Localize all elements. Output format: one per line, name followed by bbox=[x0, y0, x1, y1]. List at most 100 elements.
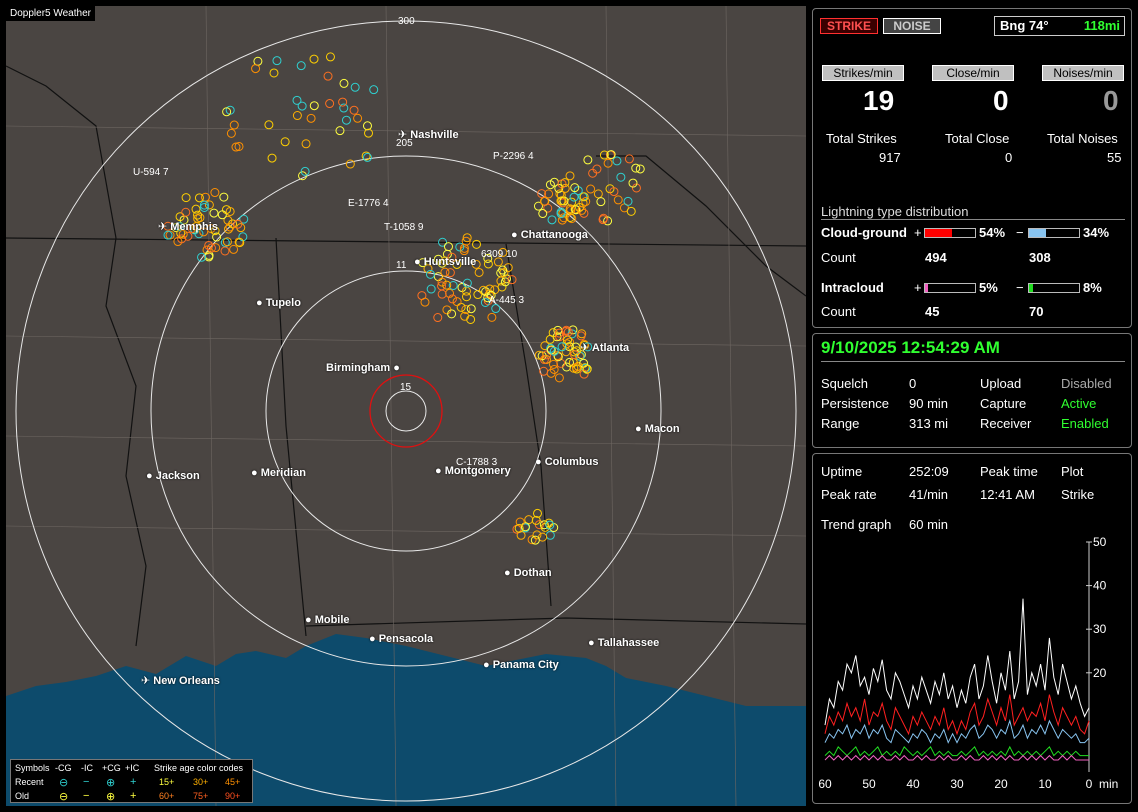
x-tick-label: 40 bbox=[906, 777, 920, 791]
city-tallahassee: ● Tallahassee bbox=[588, 637, 660, 649]
strike-stats-panel: STRIKE NOISE Bng 74° 118mi Strikes/min C… bbox=[812, 8, 1132, 328]
x-tick-label: 0 bbox=[1086, 777, 1093, 791]
pos-ic-old-icon: + bbox=[130, 790, 137, 802]
cg-negative-bar bbox=[1028, 228, 1080, 238]
city-nashville: ✈ Nashville bbox=[398, 129, 459, 141]
strike-mode-button[interactable]: STRIKE bbox=[820, 18, 878, 34]
city-tupelo: ● Tupelo bbox=[256, 297, 301, 309]
storm-track-label[interactable]: A-445 3 bbox=[489, 295, 524, 306]
storm-track-label[interactable]: 6309 10 bbox=[481, 249, 517, 260]
lightning-map[interactable]: Doppler5 Weather 300 205 15 ✈ Nashville … bbox=[6, 6, 806, 806]
cg-positive-count: 494 bbox=[925, 250, 947, 265]
noises-per-min-value: 0 bbox=[1103, 85, 1119, 116]
ic-positive-pct: 5% bbox=[979, 280, 998, 295]
y-tick-label: 50 bbox=[1093, 535, 1107, 549]
distribution-title: Lightning type distribution bbox=[821, 204, 1125, 220]
noises-per-min-label: Noises/min bbox=[1042, 65, 1124, 81]
peak-time-value: 12:41 AM bbox=[980, 487, 1035, 502]
peak-rate-value: 41/min bbox=[909, 487, 949, 502]
bearing-readout: Bng 74° 118mi bbox=[994, 16, 1125, 36]
neg-cg-recent-icon: ⊖ bbox=[59, 777, 69, 789]
trend-panel: Uptime 252:09 Peak time Plot Peak rate 4… bbox=[812, 453, 1132, 804]
strikes-per-min-value: 19 bbox=[863, 85, 895, 116]
strike-markers bbox=[163, 52, 645, 545]
city-mobile: ● Mobile bbox=[305, 614, 350, 626]
upload-value: Disabled bbox=[1061, 376, 1112, 391]
x-tick-label: 20 bbox=[994, 777, 1008, 791]
trend-series-2 bbox=[824, 719, 1090, 744]
window-title: Doppler5 Weather bbox=[6, 6, 95, 21]
cg-negative-count: 308 bbox=[1029, 250, 1051, 265]
city-huntsville: ● Huntsville bbox=[414, 256, 477, 268]
persistence-value: 90 min bbox=[909, 396, 949, 411]
y-tick-label: 20 bbox=[1093, 666, 1107, 680]
city-atlanta: ✈ Atlanta bbox=[580, 342, 630, 354]
city-memphis: ✈ Memphis bbox=[158, 221, 218, 233]
range-label-inner: 15 bbox=[400, 382, 412, 393]
range-value: 313 mi bbox=[909, 416, 949, 431]
storm-track-label[interactable]: U-594 7 bbox=[133, 167, 169, 178]
neg-ic-old-icon: − bbox=[83, 790, 90, 802]
total-strikes-label: Total Strikes bbox=[826, 131, 897, 146]
ic-positive-count: 45 bbox=[925, 304, 940, 319]
datetime-display: 9/10/2025 12:54:29 AM bbox=[821, 338, 1125, 362]
city-new-orleans: ✈ New Orleans bbox=[141, 675, 220, 687]
strikes-per-min-label: Strikes/min bbox=[822, 65, 904, 81]
close-per-min-value: 0 bbox=[993, 85, 1009, 116]
range-label-outer: 300 bbox=[398, 16, 415, 27]
city-jackson: ● Jackson bbox=[146, 470, 200, 482]
neg-cg-old-icon: ⊖ bbox=[59, 791, 69, 803]
plot-type-value[interactable]: Strike bbox=[1061, 487, 1094, 502]
city-panama-city: ● Panama City bbox=[483, 659, 559, 671]
total-close-value: 0 bbox=[1005, 150, 1013, 165]
city-macon: ● Macon bbox=[635, 423, 680, 435]
neg-ic-recent-icon: − bbox=[83, 776, 90, 788]
x-unit-label: min bbox=[1099, 777, 1118, 791]
map-canvas[interactable] bbox=[6, 6, 806, 806]
total-strikes-value: 917 bbox=[879, 150, 901, 165]
storm-track-label[interactable]: T-1058 9 bbox=[384, 222, 423, 233]
x-tick-label: 50 bbox=[862, 777, 876, 791]
city-dothan: ● Dothan bbox=[504, 567, 552, 579]
total-close-label: Total Close bbox=[945, 131, 1010, 146]
ic-positive-bar bbox=[924, 283, 976, 293]
total-noises-label: Total Noises bbox=[1047, 131, 1118, 146]
city-columbus: ● Columbus bbox=[535, 456, 599, 468]
pos-ic-recent-icon: + bbox=[130, 776, 137, 788]
ic-negative-bar bbox=[1028, 283, 1080, 293]
noise-mode-button[interactable]: NOISE bbox=[883, 18, 941, 34]
state-borders bbox=[6, 65, 806, 647]
city-chattanooga: ● Chattanooga bbox=[511, 229, 588, 241]
intracloud-label: Intracloud bbox=[821, 280, 884, 295]
x-tick-label: 10 bbox=[1038, 777, 1052, 791]
x-tick-label: 60 bbox=[818, 777, 832, 791]
squelch-value: 0 bbox=[909, 376, 917, 391]
pos-cg-old-icon: ⊕ bbox=[106, 791, 116, 803]
trend-series-3 bbox=[824, 745, 1089, 757]
cg-positive-bar bbox=[924, 228, 976, 238]
pos-cg-recent-icon: ⊕ bbox=[106, 777, 116, 789]
trend-series-4 bbox=[824, 754, 1089, 761]
storm-track-label[interactable]: C-1788 3 bbox=[456, 457, 497, 468]
ic-negative-count: 70 bbox=[1029, 304, 1044, 319]
storm-track-label[interactable]: 11 bbox=[396, 260, 406, 271]
y-tick-label: 30 bbox=[1093, 622, 1107, 636]
trend-series-0 bbox=[824, 598, 1090, 726]
status-panel: 9/10/2025 12:54:29 AM Squelch 0 Upload D… bbox=[812, 333, 1132, 448]
receiver-value: Enabled bbox=[1061, 416, 1109, 431]
y-tick-label: 40 bbox=[1093, 579, 1107, 593]
ic-negative-pct: 8% bbox=[1083, 280, 1102, 295]
cg-negative-pct: 34% bbox=[1083, 225, 1110, 240]
storm-track-label[interactable]: P-2296 4 bbox=[493, 151, 534, 162]
trend-graph: 50 40 30 20 60 50 40 30 20 10 0 min bbox=[818, 535, 1118, 791]
cg-positive-pct: 54% bbox=[979, 225, 1006, 240]
x-tick-label: 30 bbox=[950, 777, 964, 791]
capture-value: Active bbox=[1061, 396, 1097, 411]
trend-series-1 bbox=[824, 694, 1090, 736]
trend-window-value[interactable]: 60 min bbox=[909, 517, 948, 532]
close-per-min-label: Close/min bbox=[932, 65, 1014, 81]
cloud-ground-label: Cloud-ground bbox=[821, 225, 907, 240]
storm-track-label[interactable]: E-1776 4 bbox=[348, 198, 389, 209]
uptime-value: 252:09 bbox=[909, 464, 949, 479]
city-birmingham: Birmingham ● bbox=[326, 362, 400, 374]
